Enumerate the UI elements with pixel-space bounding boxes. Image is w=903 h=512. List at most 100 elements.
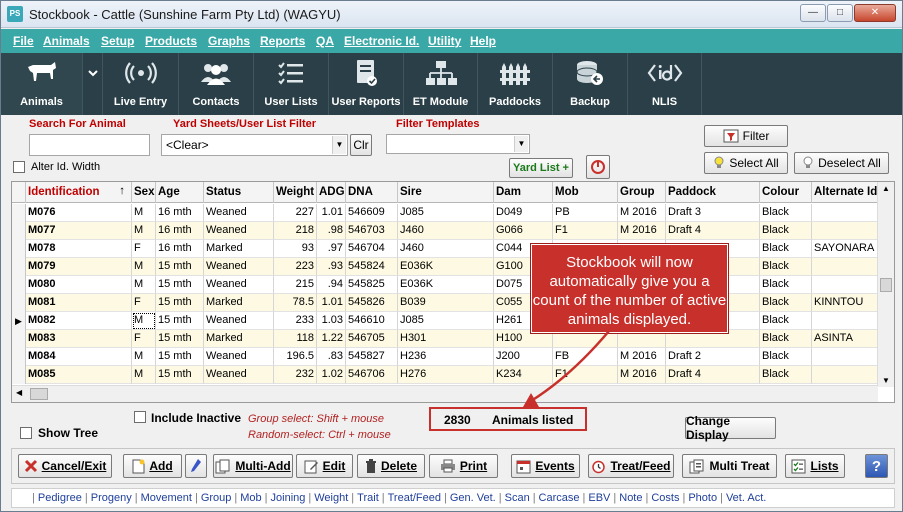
show-tree-checkbox[interactable] bbox=[20, 427, 32, 439]
link-photo[interactable]: Photo bbox=[688, 492, 717, 504]
cell-colour[interactable]: Black bbox=[760, 348, 812, 366]
alter-id-width-checkbox[interactable] bbox=[13, 161, 25, 173]
cell-alternate-id[interactable]: KINNTOU bbox=[812, 294, 878, 312]
cell-colour[interactable]: Black bbox=[760, 312, 812, 330]
filter-button[interactable]: Filter bbox=[704, 125, 788, 147]
link-costs[interactable]: Costs bbox=[651, 492, 679, 504]
cell-sire[interactable]: H236 bbox=[398, 348, 494, 366]
cell-group[interactable]: M 2016 bbox=[618, 366, 666, 384]
cell-alternate-id[interactable]: SAYONARA bbox=[812, 240, 878, 258]
cell-status[interactable]: Weaned bbox=[204, 366, 274, 384]
cell-identification[interactable]: M077 bbox=[26, 222, 132, 240]
cell-group[interactable]: M 2016 bbox=[618, 348, 666, 366]
link-note[interactable]: Note bbox=[619, 492, 642, 504]
link-treat-feed[interactable]: Treat/Feed bbox=[388, 492, 441, 504]
menu-products[interactable]: Products bbox=[145, 34, 197, 48]
cell-mob[interactable]: PB bbox=[553, 204, 618, 222]
cell-sex[interactable]: F bbox=[132, 240, 156, 258]
cell-adg[interactable]: 1.02 bbox=[317, 366, 346, 384]
column-alternate-id[interactable]: Alternate Id. bbox=[812, 182, 878, 203]
cell-paddock[interactable]: Draft 4 bbox=[666, 366, 760, 384]
chevron-down-icon[interactable]: ▼ bbox=[514, 136, 528, 152]
help-button[interactable]: ? bbox=[865, 454, 888, 478]
column-dna[interactable]: DNA bbox=[346, 182, 398, 203]
cell-status[interactable]: Marked bbox=[204, 330, 274, 348]
row-selector[interactable] bbox=[12, 240, 26, 258]
cell-weight[interactable]: 78.5 bbox=[274, 294, 317, 312]
toolbar-contacts[interactable]: Contacts bbox=[179, 53, 254, 115]
filter-templates-select[interactable]: ▼ bbox=[386, 134, 530, 154]
column-group[interactable]: Group bbox=[618, 182, 666, 203]
link-group[interactable]: Group bbox=[201, 492, 232, 504]
cell-age[interactable]: 15 mth bbox=[156, 294, 204, 312]
clear-button[interactable]: Clr bbox=[350, 134, 372, 156]
cell-identification[interactable]: M076 bbox=[26, 204, 132, 222]
cell-adg[interactable]: 1.22 bbox=[317, 330, 346, 348]
link-ebv[interactable]: EBV bbox=[588, 492, 610, 504]
horizontal-scrollbar[interactable]: ◀ bbox=[12, 385, 878, 402]
column-paddock[interactable]: Paddock bbox=[666, 182, 760, 203]
cell-identification[interactable]: M080 bbox=[26, 276, 132, 294]
menu-utility[interactable]: Utility bbox=[428, 34, 461, 48]
menu-qa[interactable]: QA bbox=[316, 34, 334, 48]
cell-identification[interactable]: M081 bbox=[26, 294, 132, 312]
cell-dna[interactable]: 546706 bbox=[346, 366, 398, 384]
cell-colour[interactable]: Black bbox=[760, 276, 812, 294]
cell-adg[interactable]: .93 bbox=[317, 258, 346, 276]
column-status[interactable]: Status bbox=[204, 182, 274, 203]
cell-weight[interactable]: 227 bbox=[274, 204, 317, 222]
table-row[interactable]: M080 M 15 mth Weaned 215.94 545825 E036K D075 Bl… bbox=[12, 276, 878, 294]
cell-adg[interactable]: 1.01 bbox=[317, 204, 346, 222]
cell-paddock[interactable]: Draft 2 bbox=[666, 348, 760, 366]
link-progeny[interactable]: Progeny bbox=[91, 492, 132, 504]
treat-feed-button[interactable]: Treat/Feed bbox=[588, 454, 674, 478]
cell-alternate-id[interactable] bbox=[812, 258, 878, 276]
cell-status[interactable]: Weaned bbox=[204, 258, 274, 276]
cell-identification[interactable]: M079 bbox=[26, 258, 132, 276]
link-mob[interactable]: Mob bbox=[240, 492, 261, 504]
cell-adg[interactable]: .83 bbox=[317, 348, 346, 366]
cell-adg[interactable]: .98 bbox=[317, 222, 346, 240]
link-weight[interactable]: Weight bbox=[314, 492, 348, 504]
cell-sex[interactable]: M bbox=[132, 348, 156, 366]
cell-sire[interactable]: H276 bbox=[398, 366, 494, 384]
cell-paddock[interactable]: Draft 4 bbox=[666, 222, 760, 240]
cell-weight[interactable]: 215 bbox=[274, 276, 317, 294]
add-button[interactable]: Add bbox=[123, 454, 182, 478]
include-inactive-checkbox[interactable] bbox=[134, 411, 146, 423]
yard-list-button[interactable]: Yard List + bbox=[509, 158, 573, 178]
column-mob[interactable]: Mob bbox=[553, 182, 618, 203]
column-identification[interactable]: Identification ↑ bbox=[26, 182, 132, 203]
toolbar-live-entry[interactable]: Live Entry bbox=[103, 53, 179, 115]
cell-dna[interactable]: 545827 bbox=[346, 348, 398, 366]
cell-identification[interactable]: M085 bbox=[26, 366, 132, 384]
cell-age[interactable]: 15 mth bbox=[156, 276, 204, 294]
cell-sire[interactable]: J460 bbox=[398, 240, 494, 258]
cell-sex[interactable]: M bbox=[132, 204, 156, 222]
delete-button[interactable]: Delete bbox=[357, 454, 425, 478]
row-selector[interactable] bbox=[12, 330, 26, 348]
row-selector[interactable] bbox=[12, 294, 26, 312]
cell-group[interactable]: M 2016 bbox=[618, 222, 666, 240]
yard-sheet-select[interactable]: <Clear> ▼ bbox=[161, 134, 348, 156]
events-button[interactable]: Events bbox=[511, 454, 580, 478]
cell-weight[interactable]: 93 bbox=[274, 240, 317, 258]
column-weight[interactable]: Weight bbox=[274, 182, 317, 203]
table-row[interactable]: M078 F 16 mth Marked 93.97 546704 J460 C044 Blac… bbox=[12, 240, 878, 258]
cell-identification[interactable]: M078 bbox=[26, 240, 132, 258]
cell-dna[interactable]: 545824 bbox=[346, 258, 398, 276]
cell-colour[interactable]: Black bbox=[760, 366, 812, 384]
cell-sire[interactable]: E036K bbox=[398, 276, 494, 294]
column-age[interactable]: Age bbox=[156, 182, 204, 203]
cell-sire[interactable]: E036K bbox=[398, 258, 494, 276]
cell-alternate-id[interactable] bbox=[812, 312, 878, 330]
cell-age[interactable]: 15 mth bbox=[156, 366, 204, 384]
link-scan[interactable]: Scan bbox=[505, 492, 530, 504]
cell-weight[interactable]: 218 bbox=[274, 222, 317, 240]
cell-sex[interactable]: M bbox=[132, 276, 156, 294]
toolbar-backup[interactable]: Backup bbox=[553, 53, 628, 115]
toolbar-animals[interactable]: Animals bbox=[1, 53, 83, 115]
edit-button[interactable]: Edit bbox=[296, 454, 353, 478]
menu-graphs[interactable]: Graphs bbox=[208, 34, 250, 48]
cell-dna[interactable]: 545826 bbox=[346, 294, 398, 312]
